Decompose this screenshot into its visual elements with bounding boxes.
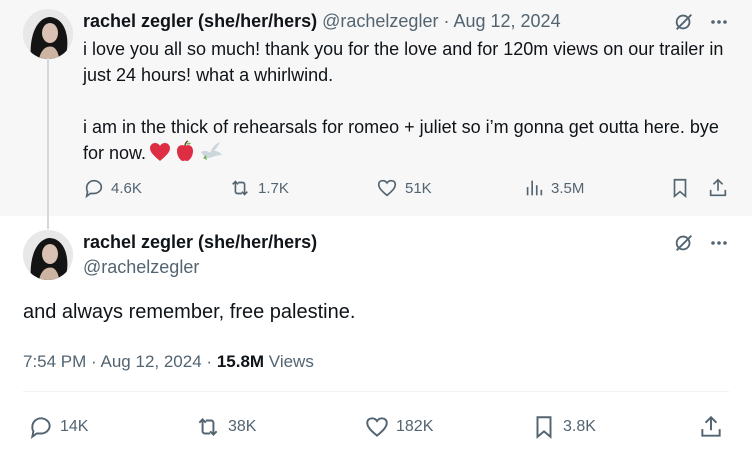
parent-tweet[interactable]: rachel zegler (she/her/hers) @rachelzegl…	[0, 0, 752, 216]
bookmark-icon	[536, 416, 552, 439]
like-count: 182K	[396, 418, 434, 435]
bookmark-button[interactable]	[669, 177, 691, 199]
like-icon	[366, 417, 388, 437]
reply-icon	[30, 417, 51, 440]
grok-icon[interactable]	[673, 232, 695, 254]
tweet-text-line: i love you all so much! thank you for th…	[83, 39, 724, 85]
share-icon	[701, 415, 721, 437]
dove-icon	[199, 140, 223, 169]
tweet-top-actions	[673, 232, 729, 254]
repost-count: 1.7K	[258, 179, 289, 197]
reply-count: 4.6K	[111, 179, 142, 197]
avatar[interactable]	[23, 230, 73, 280]
apple-icon	[174, 140, 196, 169]
tweet-date[interactable]: Aug 12, 2024	[101, 352, 202, 371]
tweet-actions: 14K 38K 182K 3.8K	[28, 414, 728, 440]
like-count: 51K	[405, 179, 432, 197]
tweet-actions: 4.6K 1.7K 51K 3.5M	[83, 176, 733, 200]
views-icon	[526, 180, 543, 196]
repost-icon	[198, 418, 218, 436]
reply-count: 14K	[60, 418, 89, 435]
views-count: 3.5M	[551, 179, 585, 197]
repost-icon	[232, 180, 248, 196]
share-button[interactable]	[698, 414, 724, 440]
separator-dot: ·	[206, 352, 213, 371]
repost-button[interactable]: 1.7K	[228, 177, 289, 199]
views-button[interactable]: 3.5M	[523, 177, 584, 199]
bookmark-icon	[673, 178, 687, 199]
more-icon[interactable]	[709, 12, 729, 32]
tweet-header: rachel zegler (she/her/hers) @rachelzegl…	[83, 9, 561, 33]
bookmark-count: 3.8K	[563, 418, 596, 435]
author-handle[interactable]: @rachelzegler	[83, 255, 199, 279]
tweet-text: and always remember, free palestine.	[23, 301, 356, 323]
repost-button[interactable]: 38K	[194, 414, 256, 440]
grok-icon[interactable]	[673, 11, 695, 33]
avatar[interactable]	[23, 9, 73, 59]
tweet-text-line: i am in the thick of rehearsals for rome…	[83, 114, 733, 169]
like-button[interactable]: 51K	[375, 177, 432, 199]
reply-button[interactable]: 14K	[28, 414, 88, 440]
separator-dot: ·	[443, 11, 450, 31]
separator-dot: ·	[91, 352, 97, 371]
reply-button[interactable]: 4.6K	[83, 177, 142, 199]
author-name[interactable]: rachel zegler (she/her/hers)	[83, 11, 317, 31]
tweet-top-actions	[673, 11, 729, 33]
reply-icon	[85, 179, 103, 199]
bookmark-button[interactable]: 3.8K	[531, 414, 596, 440]
repost-count: 38K	[228, 418, 257, 435]
views-label: Views	[268, 352, 314, 371]
like-button[interactable]: 182K	[364, 414, 433, 440]
share-icon	[709, 178, 727, 197]
tweet-date[interactable]: Aug 12, 2024	[453, 11, 560, 31]
more-icon[interactable]	[709, 233, 729, 253]
author-name[interactable]: rachel zegler (she/her/hers)	[83, 230, 317, 254]
author-handle[interactable]: @rachelzegler	[322, 11, 438, 31]
divider	[23, 391, 729, 392]
share-button[interactable]	[707, 177, 729, 199]
tweet-text: i love you all so much! thank you for th…	[83, 36, 733, 169]
thread-line	[47, 58, 49, 229]
views-count: 15.8M	[216, 352, 265, 371]
heart-icon	[149, 142, 171, 169]
tweet-time[interactable]: 7:54 PM	[23, 352, 86, 371]
tweet-metadata: 7:54 PM · Aug 12, 2024 · 15.8M Views	[23, 350, 314, 374]
like-icon	[377, 179, 397, 197]
